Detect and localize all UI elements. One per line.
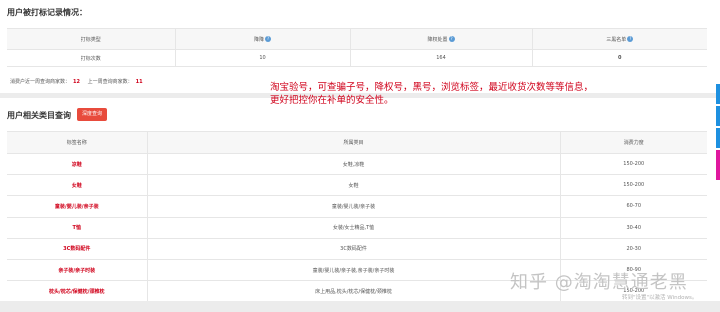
page: 用户被打标记录情况： 打标类型 降降? 降权处置? 三黑名单? 打标次数 10 …: [0, 0, 720, 312]
category-cell: 女鞋: [147, 174, 561, 197]
annotation-line: 更好把控你在补单的安全性。: [270, 95, 394, 106]
tag-name-cell: 亲子装/亲子时装: [7, 259, 148, 282]
search-count-value: 12: [73, 79, 80, 85]
category-cell: 床上用品,枕头/枕芯/保健枕/颈椎枕: [147, 280, 561, 303]
table-row: 打标次数 10 164 0: [7, 49, 707, 67]
tag-name-cell: 凉鞋: [7, 153, 148, 176]
spend-cell: 150-200: [560, 174, 707, 197]
tag-name-cell: 童装/婴儿装/亲子装: [7, 195, 148, 218]
column-header: 降权处置?: [350, 28, 533, 50]
tag-name-cell: T恤: [7, 217, 148, 239]
search-count-label: 上一周查询商家数：: [87, 79, 133, 85]
table-row: 女鞋 女鞋 150-200: [7, 174, 707, 197]
table-row: 童装/婴儿装/亲子装 童装/婴儿装/亲子装 60-70: [7, 195, 707, 218]
table-cell: 164: [350, 49, 533, 67]
table-header-row: 标签名称 所属类目 消费力度: [7, 131, 707, 154]
column-header: 标签名称: [7, 131, 148, 154]
category-cell: 童装/婴儿装/亲子装: [147, 195, 561, 218]
annotation-line: 淘宝验号，可查骗子号，降权号，黑号，浏览标签，最近收货次数等等信息，: [270, 82, 594, 93]
side-tab-blue[interactable]: [716, 106, 720, 126]
windows-activation-text: 转到"设置"以激活 Windows。: [622, 295, 698, 301]
table-cell: 0: [532, 49, 707, 67]
deep-query-button[interactable]: 深度查询: [77, 108, 108, 121]
category-cell: 童装/婴儿装/亲子装,亲子装/亲子时装: [147, 259, 561, 282]
spend-cell: 30-40: [560, 217, 707, 239]
tag-name-cell: 3C数码配件: [7, 238, 148, 260]
side-tab-blue[interactable]: [716, 128, 720, 148]
table-cell: 10: [175, 49, 351, 67]
watermark-text: 知乎 @淘淘慧通老黑: [510, 272, 688, 293]
side-tab-blue[interactable]: [716, 84, 720, 104]
bottom-band: [0, 301, 720, 312]
search-count-value: 11: [135, 79, 143, 85]
column-header: 三黑名单?: [532, 28, 707, 50]
category-cell: 3C数码配件: [147, 238, 561, 260]
column-header: 消费力度: [560, 131, 707, 154]
spend-cell: 150-200: [560, 153, 707, 176]
annotation-text: 淘宝验号，可查骗子号，降权号，黑号，浏览标签，最近收货次数等等信息， 更好把控你…: [270, 81, 620, 107]
tag-records-table: 打标类型 降降? 降权处置? 三黑名单? 打标次数 10 164 0: [7, 28, 707, 67]
table-row: 凉鞋 女鞋,凉鞋 150-200: [7, 153, 707, 176]
section-title-category-query: 用户相关类目查询: [7, 111, 71, 120]
column-header: 降降?: [175, 28, 351, 50]
search-count-label: 消费户近一周查询商家数：: [10, 79, 71, 85]
section-title-tag-records: 用户被打标记录情况：: [7, 8, 87, 17]
table-cell: 打标次数: [7, 49, 176, 67]
info-icon[interactable]: ?: [448, 36, 455, 42]
column-header: 所属类目: [147, 131, 561, 154]
spend-cell: 60-70: [560, 195, 707, 218]
spend-cell: 20-30: [560, 238, 707, 260]
tag-name-cell: 女鞋: [7, 174, 148, 197]
category-cell: 女鞋,凉鞋: [147, 153, 561, 176]
table-header-row: 打标类型 降降? 降权处置? 三黑名单?: [7, 28, 707, 50]
category-cell: 女装/女士精品,T恤: [147, 217, 561, 239]
column-header: 打标类型: [7, 28, 176, 50]
info-icon[interactable]: ?: [627, 36, 634, 42]
info-icon[interactable]: ?: [265, 36, 271, 42]
search-counts: 消费户近一周查询商家数： 12 上一周查询商家数： 11: [10, 78, 149, 85]
table-row: T恤 女装/女士精品,T恤 30-40: [7, 217, 707, 239]
side-tab-magenta[interactable]: [716, 150, 720, 180]
tag-name-cell: 枕头/枕芯/保健枕/颈椎枕: [7, 280, 148, 303]
table-row: 3C数码配件 3C数码配件 20-30: [7, 238, 707, 260]
